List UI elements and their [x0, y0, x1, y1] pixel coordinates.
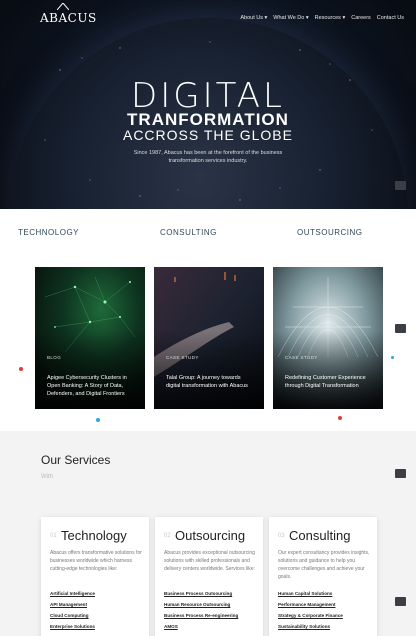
service-link[interactable]: Cloud Computing [50, 613, 95, 618]
logo-text: ABACUS [40, 11, 97, 25]
hero-subtitle-line2: transformation services industry. [168, 158, 248, 164]
category-technology[interactable]: TECHNOLOGY [18, 228, 79, 237]
nav-careers[interactable]: Careers [351, 15, 371, 21]
resource-card-case-study-talal[interactable]: CASE STUDY Talal Group: A journey toward… [154, 267, 264, 409]
category-outsourcing[interactable]: OUTSOURCING [297, 228, 363, 237]
hero-widget-button[interactable] [395, 181, 406, 190]
service-link[interactable]: Human Resource Outsourcing [164, 602, 238, 607]
decorative-dot-red [19, 367, 23, 371]
decorative-dot-blue [391, 356, 394, 359]
side-widget-button[interactable] [395, 597, 406, 606]
logo[interactable]: ABACUS [40, 3, 97, 25]
service-card-outsourcing[interactable]: 02 Outsourcing Abacus provides exception… [155, 517, 263, 636]
card-title[interactable]: Redefining Customer Experience through D… [285, 374, 375, 390]
hero-title-line3: ACCROSS THE GLOBE [122, 127, 293, 143]
service-link[interactable]: Enterprise Solutions [50, 624, 95, 629]
service-link[interactable]: API Management [50, 602, 95, 607]
service-number: 01 [50, 533, 57, 539]
service-name: Outsourcing [175, 528, 246, 543]
resource-card-case-study-cx[interactable]: CASE STUDY Redefining Customer Experienc… [273, 267, 383, 409]
service-link[interactable]: Business Process Outsourcing [164, 591, 238, 596]
hero-subtitle-line1: Since 1987, Abacus has been at the foref… [133, 150, 283, 156]
card-title[interactable]: Apigee Cybersecurity Clusters in Open Ba… [47, 374, 137, 398]
service-link[interactable]: Sustainability Solutions [278, 624, 343, 629]
logo-mark-icon [57, 3, 69, 10]
service-links: Human Capital Solutions Performance Mana… [278, 591, 343, 635]
service-description: Abacus offers transformative solutions f… [50, 550, 142, 572]
main-nav: About Us ▾ What We Do ▾ Resources ▾ Care… [240, 15, 404, 21]
service-card-consulting[interactable]: 03 Consulting Our expert consultancy pro… [269, 517, 377, 636]
nav-what-we-do[interactable]: What We Do ▾ [273, 15, 308, 21]
service-link[interactable]: Performance Management [278, 602, 343, 607]
nav-resources[interactable]: Resources ▾ [315, 15, 346, 21]
category-consulting[interactable]: CONSULTING [160, 228, 217, 237]
side-widget-button[interactable] [395, 324, 406, 333]
service-links: Business Process Outsourcing Human Resou… [164, 591, 238, 635]
service-number: 03 [278, 533, 285, 539]
card-type-label: BLOG [47, 355, 62, 360]
nav-about-us[interactable]: About Us ▾ [240, 15, 267, 21]
service-description: Our expert consultancy provides insights… [278, 550, 370, 580]
service-name: Technology [61, 528, 127, 543]
top-navigation: ABACUS About Us ▾ What We Do ▾ Resources… [0, 0, 416, 36]
service-number: 02 [164, 533, 171, 539]
decorative-dot-red [338, 416, 342, 420]
nav-contact-us[interactable]: Contact Us [377, 15, 404, 21]
card-type-label: CASE STUDY [285, 355, 318, 360]
resource-card-blog[interactable]: BLOG Apigee Cybersecurity Clusters in Op… [35, 267, 145, 409]
service-link[interactable]: Human Capital Solutions [278, 591, 343, 596]
services-subheading: With [41, 474, 53, 480]
service-link[interactable]: Strategy & Corporate Finance [278, 613, 343, 618]
card-title[interactable]: Talal Group: A journey towards digital t… [166, 374, 256, 390]
services-heading: Our Services [41, 453, 111, 467]
service-link[interactable]: Business Process Re-engineering [164, 613, 238, 618]
service-link[interactable]: Artificial Intelligence [50, 591, 95, 596]
service-links: Artificial Intelligence API Management C… [50, 591, 95, 635]
hero-section: ABACUS About Us ▾ What We Do ▾ Resources… [0, 0, 416, 209]
decorative-dot-blue [96, 418, 100, 422]
hero-subtitle: Since 1987, Abacus has been at the foref… [0, 149, 416, 165]
service-description: Abacus provides exceptional outsourcing … [164, 550, 255, 572]
service-card-technology[interactable]: 01 Technology Abacus offers transformati… [41, 517, 149, 636]
side-widget-button[interactable] [395, 469, 406, 478]
service-link[interactable]: AMOS [164, 624, 238, 629]
service-name: Consulting [289, 528, 351, 543]
card-type-label: CASE STUDY [166, 355, 199, 360]
